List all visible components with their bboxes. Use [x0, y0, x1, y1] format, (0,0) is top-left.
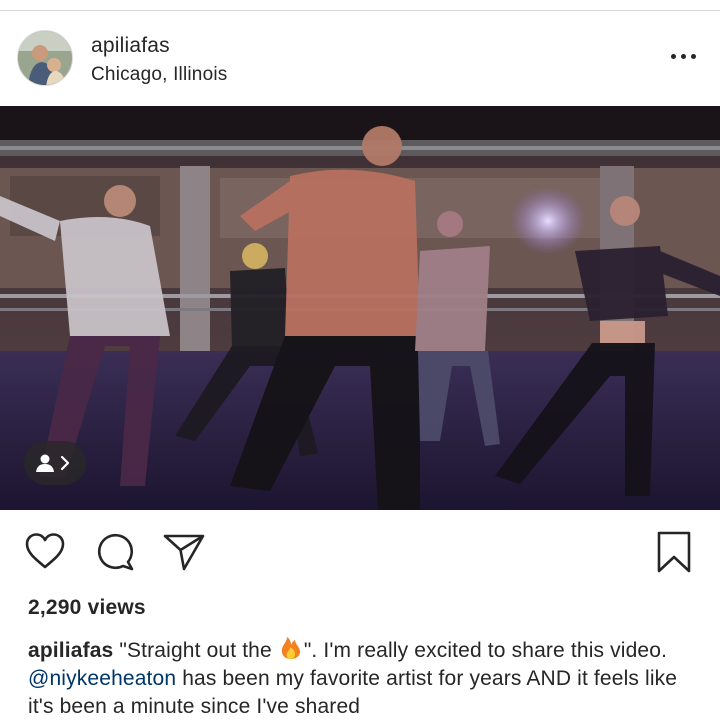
post-caption: apiliafas "Straight out the ". I'm reall…: [28, 634, 698, 720]
share-button[interactable]: [162, 532, 206, 577]
post-location[interactable]: Chicago, Illinois: [91, 64, 227, 86]
caption-text-start: "Straight out the: [119, 639, 278, 662]
avatar[interactable]: [17, 30, 73, 86]
user-tag-button[interactable]: [24, 441, 86, 485]
caption-text-middle: ". I'm really excited to share this vide…: [303, 639, 668, 662]
post-header: apiliafas Chicago, Illinois: [0, 12, 720, 106]
more-options-icon[interactable]: [670, 50, 700, 64]
bookmark-icon: [657, 531, 691, 573]
like-button[interactable]: [24, 532, 66, 575]
top-divider: [0, 10, 720, 11]
user-tag-icon: [36, 454, 70, 472]
post-actions: [0, 520, 720, 582]
heart-icon: [25, 533, 65, 569]
view-count[interactable]: 2,290 views: [28, 596, 146, 620]
comment-button[interactable]: [94, 531, 136, 578]
caption-username[interactable]: apiliafas: [28, 639, 113, 662]
post-username[interactable]: apiliafas: [91, 34, 170, 58]
direct-share-icon: [163, 534, 205, 571]
post-video[interactable]: [0, 106, 720, 510]
fire-emoji: [281, 637, 300, 659]
caption-mention[interactable]: @niykeeheaton: [28, 667, 176, 690]
comment-icon: [97, 533, 134, 571]
save-button[interactable]: [656, 530, 692, 579]
